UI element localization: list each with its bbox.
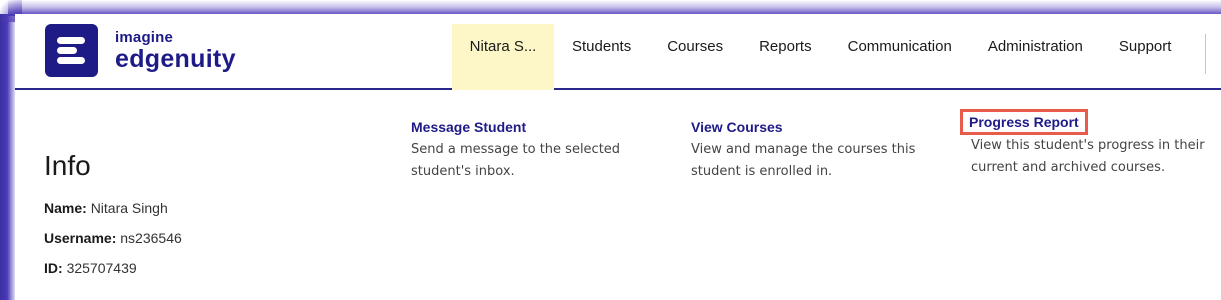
view-courses-desc-line1: View and manage the courses this — [691, 142, 916, 157]
info-id-value: 325707439 — [66, 260, 137, 276]
main-nav: Nitara S... Students Courses Reports Com… — [452, 24, 1189, 90]
progress-report-description: View this student's progress in their cu… — [960, 135, 1220, 179]
brand-wordmark: imagine edgenuity — [115, 30, 236, 72]
info-name-label: Name: — [44, 200, 87, 216]
message-student-description: Send a message to the selected student's… — [406, 139, 666, 183]
view-courses-description: View and manage the courses this student… — [686, 139, 946, 183]
info-id-label: ID: — [44, 260, 63, 276]
action-message-student: Message Student Send a message to the se… — [406, 116, 666, 183]
info-name-value: Nitara Singh — [90, 200, 168, 216]
progress-report-desc-line2: current and archived courses. — [971, 160, 1166, 175]
nav-item-reports[interactable]: Reports — [741, 24, 830, 90]
nav-item-students[interactable]: Students — [554, 24, 649, 90]
progress-report-link[interactable]: Progress Report — [960, 109, 1088, 135]
message-student-desc-line1: Send a message to the selected — [411, 142, 621, 157]
view-courses-link[interactable]: View Courses — [686, 116, 788, 138]
edgenuity-logo-icon — [45, 24, 98, 77]
view-courses-desc-line2: student is enrolled in. — [691, 164, 833, 179]
nav-divider — [1205, 34, 1206, 74]
brand-line2: edgenuity — [115, 44, 236, 73]
action-progress-report: Progress Report View this student's prog… — [960, 109, 1220, 179]
nav-item-student[interactable]: Nitara S... — [452, 24, 554, 90]
top-header: imagine edgenuity Nitara S... Students C… — [15, 14, 1221, 90]
nav-item-courses[interactable]: Courses — [649, 24, 741, 90]
nav-item-administration[interactable]: Administration — [970, 24, 1101, 90]
app-window: imagine edgenuity Nitara S... Students C… — [15, 14, 1221, 300]
info-username: Username: ns236546 — [44, 230, 182, 246]
info-username-label: Username: — [44, 230, 117, 246]
nav-item-communication[interactable]: Communication — [830, 24, 970, 90]
info-heading: Info — [44, 150, 91, 181]
message-student-desc-line2: student's inbox. — [411, 164, 515, 179]
action-view-courses: View Courses View and manage the courses… — [686, 116, 946, 183]
progress-report-desc-line1: View this student's progress in their — [971, 138, 1205, 153]
info-username-value: ns236546 — [120, 230, 182, 246]
info-id: ID: 325707439 — [44, 260, 137, 276]
brand-line1: imagine — [115, 28, 174, 46]
info-name: Name: Nitara Singh — [44, 200, 168, 216]
nav-item-support[interactable]: Support — [1101, 24, 1190, 90]
brand-logo[interactable]: imagine edgenuity — [45, 24, 236, 77]
message-student-link[interactable]: Message Student — [406, 116, 531, 138]
